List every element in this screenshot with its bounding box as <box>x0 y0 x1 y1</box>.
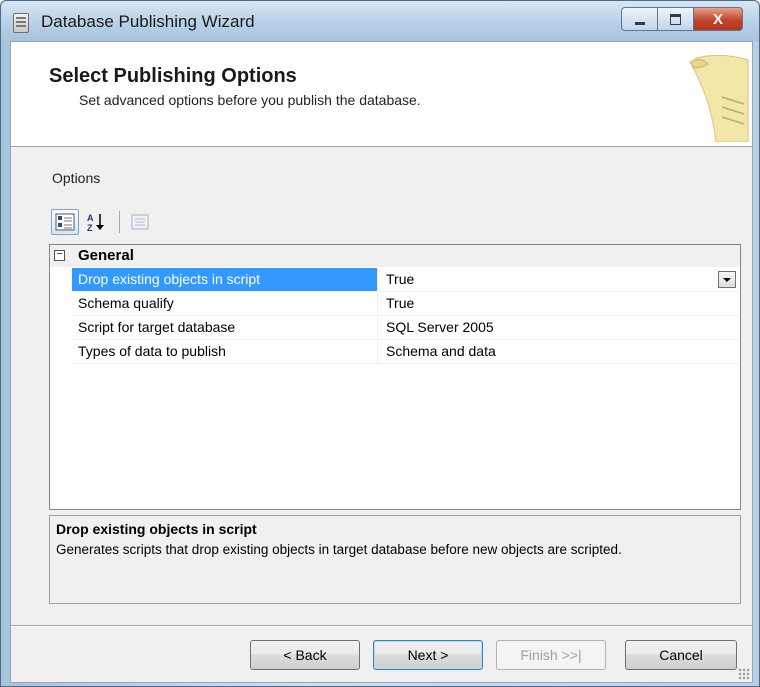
next-button[interactable]: Next > <box>373 640 483 670</box>
property-row[interactable]: Types of data to publish Schema and data <box>72 340 740 364</box>
property-value[interactable]: SQL Server 2005 <box>379 316 740 339</box>
title-bar[interactable]: Database Publishing Wizard X <box>1 1 759 41</box>
toolbar-separator <box>119 211 120 233</box>
resize-grip-icon[interactable] <box>738 668 750 680</box>
property-value-text: True <box>386 271 415 287</box>
close-icon: X <box>712 10 723 28</box>
options-label: Options <box>52 170 101 186</box>
minimize-icon <box>634 21 645 25</box>
page-title: Select Publishing Options <box>49 65 297 87</box>
wizard-window: Database Publishing Wizard X Select Publ… <box>0 0 760 687</box>
svg-text:Z: Z <box>87 223 93 232</box>
category-general[interactable]: − General <box>50 245 740 267</box>
alphabetical-sort-icon: A Z <box>87 213 104 232</box>
description-title: Drop existing objects in script <box>56 521 257 537</box>
minimize-button[interactable] <box>621 7 657 31</box>
app-icon <box>13 13 29 33</box>
property-name[interactable]: Drop existing objects in script <box>72 268 378 291</box>
categorized-icon <box>55 213 75 231</box>
collapse-toggle-icon[interactable]: − <box>54 250 65 261</box>
dropdown-arrow-icon[interactable] <box>718 271 736 288</box>
maximize-icon <box>670 13 681 25</box>
property-grid[interactable]: − General Drop existing objects in scrip… <box>49 244 741 510</box>
property-value[interactable]: True <box>379 268 740 291</box>
property-description-panel: Drop existing objects in script Generate… <box>49 515 741 604</box>
categorized-button[interactable] <box>51 209 79 235</box>
property-pages-icon <box>131 214 149 230</box>
window-title: Database Publishing Wizard <box>41 12 255 31</box>
close-button[interactable]: X <box>693 7 743 31</box>
property-name[interactable]: Schema qualify <box>72 292 378 315</box>
property-name[interactable]: Script for target database <box>72 316 378 339</box>
property-row[interactable]: Script for target database SQL Server 20… <box>72 316 740 340</box>
caption-buttons: X <box>621 7 743 33</box>
property-grid-toolbar: A Z <box>51 208 157 236</box>
description-text: Generates scripts that drop existing obj… <box>56 542 622 557</box>
property-row[interactable]: Schema qualify True <box>72 292 740 316</box>
page-subtitle: Set advanced options before you publish … <box>79 92 421 108</box>
cancel-button[interactable]: Cancel <box>625 640 737 670</box>
property-value[interactable]: True <box>379 292 740 315</box>
wizard-header: Select Publishing Options Set advanced o… <box>11 42 752 147</box>
property-name[interactable]: Types of data to publish <box>72 340 378 363</box>
property-row[interactable]: Drop existing objects in script True <box>72 268 740 292</box>
svg-text:A: A <box>87 213 94 223</box>
alphabetical-button[interactable]: A Z <box>82 209 110 235</box>
wizard-client-area: Select Publishing Options Set advanced o… <box>10 41 753 683</box>
property-value[interactable]: Schema and data <box>379 340 740 363</box>
scroll-paper-icon <box>689 54 749 142</box>
finish-button[interactable]: Finish >>| <box>496 640 606 670</box>
back-button[interactable]: < Back <box>250 640 360 670</box>
property-pages-button[interactable] <box>126 209 154 235</box>
maximize-button[interactable] <box>657 7 693 31</box>
footer-divider <box>11 625 752 626</box>
category-label: General <box>78 247 134 264</box>
